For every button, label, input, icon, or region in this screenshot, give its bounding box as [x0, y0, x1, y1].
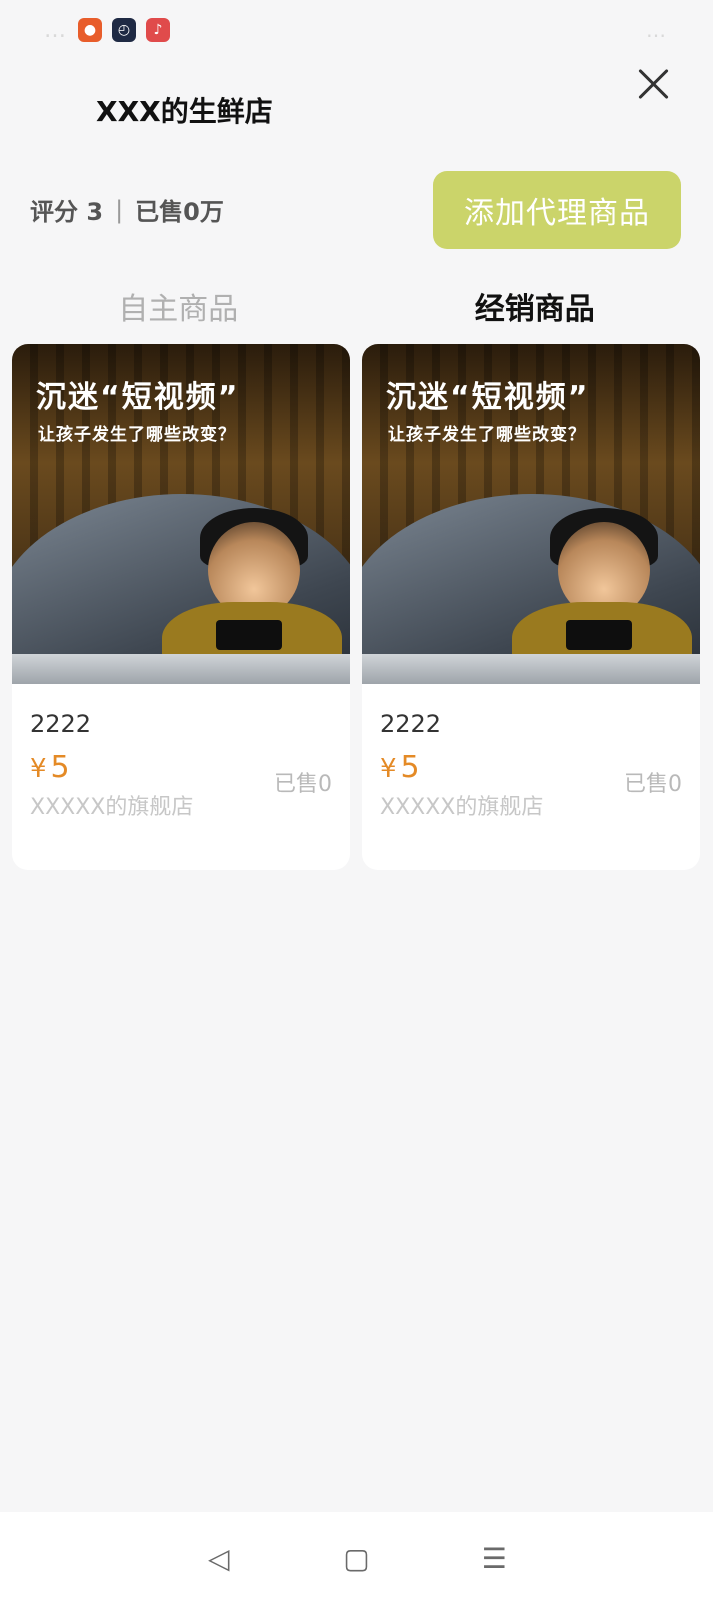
stats-separator: | [115, 195, 124, 224]
image-bed [362, 654, 700, 684]
clock-app-icon: ◴ [112, 18, 136, 42]
app-notification-icon: ● [78, 18, 102, 42]
status-bar: … ● ◴ ♪ … [0, 0, 713, 60]
product-sold-count: 已售0 [274, 772, 332, 797]
product-card[interactable]: 沉迷“短视频” 让孩子发生了哪些改变？ 2222 ¥5 已售0 XXXXX的旗舰… [362, 344, 700, 870]
shop-stats: 评分 3 | 已售0万 [30, 192, 224, 227]
back-icon[interactable]: ◁ [199, 1542, 239, 1575]
status-bar-left: … ● ◴ ♪ [44, 18, 170, 43]
product-card[interactable]: 沉迷“短视频” 让孩子发生了哪些改变？ 2222 ¥5 已售0 XXXXX的旗舰… [12, 344, 350, 870]
shop-name: XXX的生鲜店 [96, 95, 273, 128]
product-info: 2222 ¥5 已售0 XXXXX的旗舰店 [12, 684, 350, 870]
image-promo-title: 沉迷“短视频” [386, 380, 590, 415]
product-tabs: 自主商品 经销商品 [0, 280, 713, 340]
tab-own-products[interactable]: 自主商品 [0, 280, 357, 340]
image-bed [12, 654, 350, 684]
system-nav-bar: ◁ ▢ ☰ [0, 1512, 713, 1605]
shop-header: XXX的生鲜店 [0, 70, 713, 150]
image-phone [566, 620, 632, 650]
product-name: 2222 [380, 710, 442, 738]
image-phone [216, 620, 282, 650]
music-app-icon: ♪ [146, 18, 170, 42]
product-info: 2222 ¥5 已售0 XXXXX的旗舰店 [362, 684, 700, 870]
status-bar-right: … [646, 18, 669, 42]
rating-text: 评分 3 [30, 198, 104, 226]
image-promo-subtitle: 让孩子发生了哪些改变？ [388, 425, 586, 445]
menu-icon[interactable]: ☰ [474, 1542, 514, 1575]
product-grid: 沉迷“短视频” 让孩子发生了哪些改变？ 2222 ¥5 已售0 XXXXX的旗舰… [12, 344, 702, 870]
price-value: 5 [400, 750, 420, 785]
tab-distributed-products[interactable]: 经销商品 [357, 280, 713, 340]
image-promo-subtitle: 让孩子发生了哪些改变？ [38, 425, 236, 445]
currency-symbol: ¥ [380, 754, 397, 784]
home-icon[interactable]: ▢ [336, 1542, 376, 1575]
add-proxy-product-button[interactable]: 添加代理商品 [433, 171, 681, 249]
product-name: 2222 [30, 710, 92, 738]
image-promo-title: 沉迷“短视频” [36, 380, 240, 415]
sold-text: 已售0万 [135, 198, 224, 226]
product-image: 沉迷“短视频” 让孩子发生了哪些改变？ [12, 344, 350, 684]
price-value: 5 [50, 750, 70, 785]
status-time-blurred: … [44, 17, 68, 43]
product-sold-count: 已售0 [624, 772, 682, 797]
close-icon[interactable] [636, 66, 672, 102]
product-image: 沉迷“短视频” 让孩子发生了哪些改变？ [362, 344, 700, 684]
currency-symbol: ¥ [30, 754, 47, 784]
